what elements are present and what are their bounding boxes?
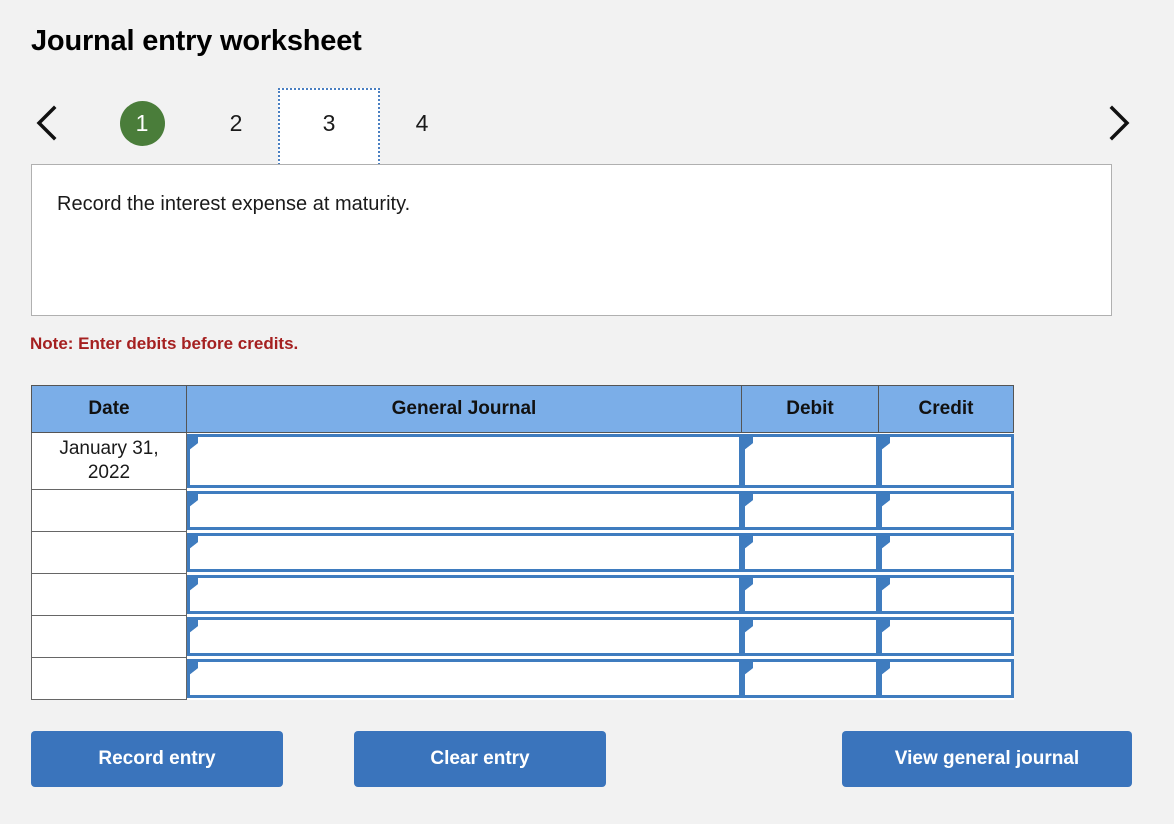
credit-input-cell[interactable] — [878, 615, 1014, 658]
debit-input-cell[interactable] — [741, 615, 879, 658]
column-header-debit: Debit — [741, 385, 879, 433]
dropdown-triangle-icon — [880, 618, 890, 633]
general-journal-field[interactable] — [187, 616, 742, 656]
general-journal-field[interactable] — [187, 658, 742, 698]
credit-input-cell[interactable] — [878, 432, 1014, 490]
worksheet-tab-3-label: 3 — [322, 110, 336, 136]
worksheet-tab-strip: 1 2 3 4 — [0, 86, 1174, 174]
instruction-panel: Record the interest expense at maturity. — [31, 164, 1112, 316]
dropdown-triangle-icon — [189, 534, 198, 549]
table-row — [31, 489, 1014, 532]
credit-input-cell[interactable] — [878, 573, 1014, 616]
next-entry-button[interactable] — [1096, 86, 1142, 160]
dropdown-triangle-icon — [743, 492, 753, 507]
record-entry-button[interactable]: Record entry — [31, 731, 283, 787]
date-cell[interactable] — [31, 531, 187, 574]
dropdown-triangle-icon — [743, 436, 753, 450]
page-title: Journal entry worksheet — [31, 25, 362, 57]
dropdown-triangle-icon — [189, 576, 198, 591]
dropdown-triangle-icon — [743, 534, 753, 549]
column-header-date: Date — [31, 385, 187, 433]
credit-field[interactable] — [878, 616, 1014, 656]
table-header-row: Date General Journal Debit Credit — [31, 385, 1014, 433]
credit-input-cell[interactable] — [878, 657, 1014, 700]
table-row: January 31, 2022 — [31, 432, 1014, 490]
general-journal-input-cell[interactable] — [186, 573, 742, 616]
debits-before-credits-note: Note: Enter debits before credits. — [30, 334, 299, 353]
debit-field[interactable] — [741, 490, 879, 530]
dropdown-triangle-icon — [743, 660, 753, 675]
debit-input-cell[interactable] — [741, 573, 879, 616]
date-cell[interactable] — [31, 657, 187, 700]
debit-field[interactable] — [741, 658, 879, 698]
dropdown-triangle-icon — [743, 618, 753, 633]
dropdown-triangle-icon — [880, 660, 890, 675]
date-cell[interactable] — [31, 489, 187, 532]
general-journal-input-cell[interactable] — [186, 657, 742, 700]
column-header-general-journal: General Journal — [186, 385, 742, 433]
dropdown-triangle-icon — [880, 576, 890, 591]
date-cell: January 31, 2022 — [31, 432, 187, 490]
general-journal-input-cell[interactable] — [186, 489, 742, 532]
worksheet-tab-2[interactable]: 2 — [202, 86, 270, 160]
worksheet-tab-4[interactable]: 4 — [388, 86, 456, 160]
date-cell[interactable] — [31, 573, 187, 616]
credit-input-cell[interactable] — [878, 531, 1014, 574]
general-journal-input-cell[interactable] — [186, 615, 742, 658]
worksheet-tab-1[interactable]: 1 — [108, 86, 176, 160]
dropdown-triangle-icon — [189, 660, 198, 675]
table-row — [31, 573, 1014, 616]
general-journal-field[interactable] — [187, 490, 742, 530]
general-journal-field[interactable] — [187, 532, 742, 572]
worksheet-tab-3[interactable]: 3 — [278, 88, 380, 172]
debit-input-cell[interactable] — [741, 531, 879, 574]
dropdown-triangle-icon — [189, 492, 198, 507]
table-row — [31, 657, 1014, 700]
credit-field[interactable] — [878, 434, 1014, 488]
worksheet-tab-4-label: 4 — [415, 109, 429, 136]
dropdown-triangle-icon — [880, 492, 890, 507]
instruction-text: Record the interest expense at maturity. — [57, 193, 411, 215]
dropdown-triangle-icon — [189, 618, 198, 633]
credit-input-cell[interactable] — [878, 489, 1014, 532]
general-journal-input-cell[interactable] — [186, 432, 742, 490]
dropdown-triangle-icon — [880, 534, 890, 549]
dropdown-triangle-icon — [880, 436, 890, 450]
credit-field[interactable] — [878, 658, 1014, 698]
general-journal-field[interactable] — [187, 434, 742, 488]
journal-entry-worksheet-page: Journal entry worksheet 1 2 3 4 Record t… — [0, 0, 1174, 824]
credit-field[interactable] — [878, 532, 1014, 572]
date-cell[interactable] — [31, 615, 187, 658]
debit-field[interactable] — [741, 434, 879, 488]
credit-field[interactable] — [878, 574, 1014, 614]
debit-input-cell[interactable] — [741, 432, 879, 490]
dropdown-triangle-icon — [189, 436, 198, 450]
table-row — [31, 531, 1014, 574]
debit-field[interactable] — [741, 574, 879, 614]
chevron-left-icon — [34, 103, 60, 143]
table-row — [31, 615, 1014, 658]
view-general-journal-button[interactable]: View general journal — [842, 731, 1132, 787]
worksheet-tab-1-label: 1 — [119, 100, 165, 146]
credit-field[interactable] — [878, 490, 1014, 530]
column-header-credit: Credit — [878, 385, 1014, 433]
debit-input-cell[interactable] — [741, 489, 879, 532]
clear-entry-button[interactable]: Clear entry — [354, 731, 606, 787]
journal-entry-table: Date General Journal Debit Credit Januar… — [31, 385, 1014, 700]
debit-input-cell[interactable] — [741, 657, 879, 700]
chevron-right-icon — [1106, 103, 1132, 143]
worksheet-tab-2-label: 2 — [229, 109, 243, 136]
general-journal-field[interactable] — [187, 574, 742, 614]
dropdown-triangle-icon — [743, 576, 753, 591]
general-journal-input-cell[interactable] — [186, 531, 742, 574]
debit-field[interactable] — [741, 532, 879, 572]
previous-entry-button[interactable] — [24, 86, 70, 160]
debit-field[interactable] — [741, 616, 879, 656]
